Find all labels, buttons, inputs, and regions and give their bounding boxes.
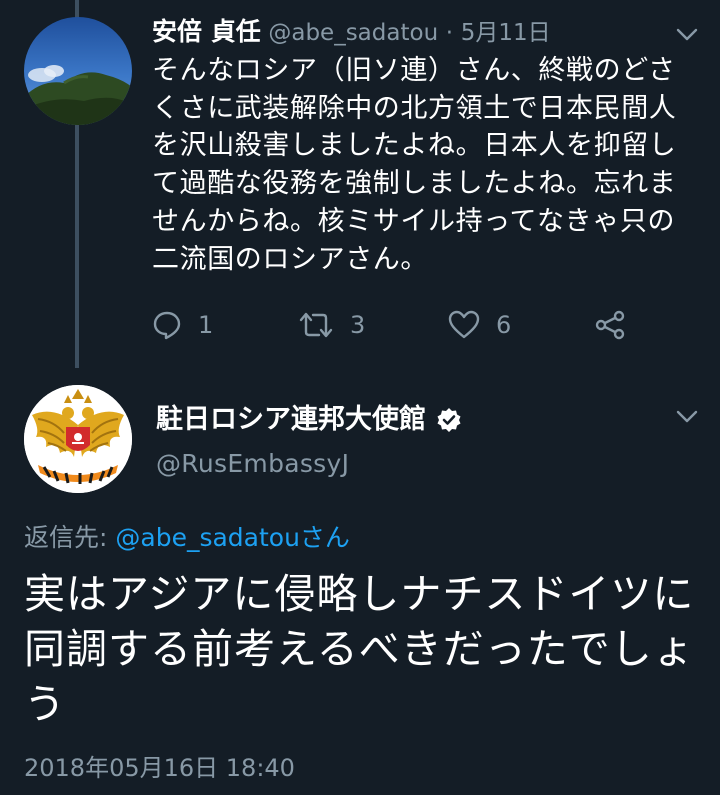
tweet-text: 実はアジアに侵略しナチスドイツに同調する前考えるべきだったでしょう (24, 570, 695, 728)
avatar[interactable] (24, 385, 132, 493)
chevron-down-icon[interactable] (676, 410, 698, 424)
tweet-date[interactable]: 5月11日 (461, 20, 551, 46)
tweet-timestamp[interactable]: 2018年05月16日 18:40 (24, 750, 295, 786)
avatar[interactable] (24, 17, 132, 125)
user-handle[interactable]: @RusEmbassyJ (156, 444, 349, 484)
share-icon (595, 310, 625, 340)
heart-icon (448, 310, 480, 339)
retweet-icon (299, 312, 333, 338)
display-name[interactable]: 駐日ロシア連邦大使館 (156, 400, 426, 440)
tweet-header: 安倍 貞任 @abe_sadatou · 5月11日 (152, 14, 640, 54)
parent-tweet[interactable]: 安倍 貞任 @abe_sadatou · 5月11日 そんなロシア（旧ソ連）さん… (0, 0, 720, 370)
separator-dot: · (445, 20, 454, 46)
reply-suffix: さん (299, 523, 350, 552)
tweet-actions: 1 3 6 (152, 305, 642, 345)
display-name-row[interactable]: 駐日ロシア連邦大使館 (156, 400, 462, 440)
reply-count: 1 (198, 311, 214, 339)
tweet-thread-screen: 安倍 貞任 @abe_sadatou · 5月11日 そんなロシア（旧ソ連）さん… (0, 0, 720, 795)
chevron-down-icon[interactable] (676, 28, 698, 42)
coat-of-arms-icon (24, 385, 132, 493)
retweet-count: 3 (350, 311, 366, 339)
user-handle[interactable]: @abe_sadatou (268, 20, 438, 46)
verified-badge-icon (437, 408, 461, 432)
reply-to-link[interactable]: @abe_sadatou (115, 523, 300, 552)
like-button[interactable]: 6 (448, 305, 511, 345)
display-name[interactable]: 安倍 貞任 (152, 17, 261, 46)
reply-prefix-label: 返信先: (24, 523, 116, 552)
tweet-text: そんなロシア（旧ソ連）さん、終戦のどさくさに武装解除中の北方領土で日本民間人を沢… (152, 55, 677, 275)
reply-button[interactable]: 1 (152, 305, 213, 345)
reply-icon (153, 311, 181, 340)
like-count: 6 (496, 311, 512, 339)
share-button[interactable] (594, 305, 626, 345)
reply-context: 返信先: @abe_sadatouさん (24, 518, 350, 558)
retweet-button[interactable]: 3 (298, 305, 365, 345)
